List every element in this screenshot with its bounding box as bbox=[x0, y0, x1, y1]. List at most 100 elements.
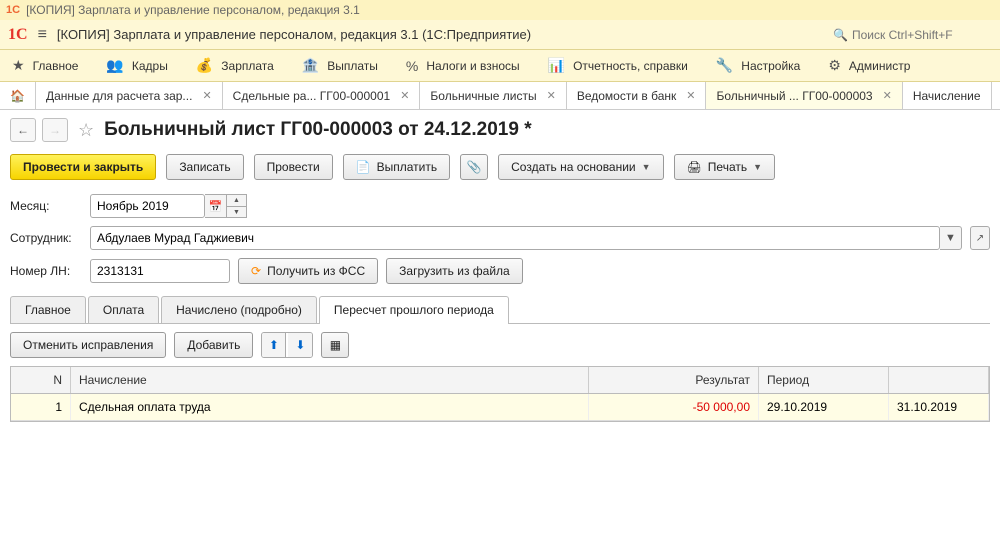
ln-label: Номер ЛН: bbox=[10, 264, 82, 278]
menu-zarplata[interactable]: 💰Зарплата bbox=[196, 57, 274, 74]
itab-pereschet[interactable]: Пересчет прошлого периода bbox=[319, 296, 509, 323]
employee-label: Сотрудник: bbox=[10, 231, 82, 245]
cell-name: Сдельная оплата труда bbox=[71, 394, 589, 420]
table-row[interactable]: 1 Сдельная оплата труда -50 000,00 29.10… bbox=[11, 394, 989, 421]
get-fss-button[interactable]: ⟳Получить из ФСС bbox=[238, 258, 378, 284]
document-header: ← → ☆ Больничный лист ГГ00-000003 от 24.… bbox=[0, 110, 1000, 150]
window-title: [КОПИЯ] Зарплата и управление персоналом… bbox=[26, 3, 360, 17]
document-title: Больничный лист ГГ00-000003 от 24.12.201… bbox=[104, 119, 531, 141]
close-icon[interactable]: ✕ bbox=[400, 89, 409, 102]
ln-input[interactable] bbox=[90, 259, 230, 283]
open-ref-button[interactable]: ↗ bbox=[970, 226, 990, 250]
app-bar: 1C ≡ [КОПИЯ] Зарплата и управление персо… bbox=[0, 20, 1000, 50]
tab-4[interactable]: Больничный ... ГГ00-000003✕ bbox=[706, 82, 902, 109]
chevron-down-icon: ▼ bbox=[753, 162, 762, 172]
global-search[interactable]: 🔍 bbox=[833, 28, 992, 42]
col-name[interactable]: Начисление bbox=[71, 367, 589, 393]
tab-2[interactable]: Больничные листы✕ bbox=[420, 82, 566, 109]
col-period[interactable]: Период bbox=[759, 367, 889, 393]
menu-nalogi[interactable]: %Налоги и взносы bbox=[406, 58, 520, 74]
home-icon: 🏠 bbox=[10, 89, 25, 103]
month-spinner[interactable]: ▲▼ bbox=[227, 194, 247, 218]
menu-vyplaty[interactable]: 🏦Выплаты bbox=[302, 57, 378, 74]
itab-oplata[interactable]: Оплата bbox=[88, 296, 159, 323]
refresh-icon: ⟳ bbox=[251, 264, 261, 278]
tab-1[interactable]: Сдельные ра... ГГ00-000001✕ bbox=[223, 82, 421, 109]
window-titlebar: 1C [КОПИЯ] Зарплата и управление персона… bbox=[0, 0, 1000, 20]
close-icon[interactable]: ✕ bbox=[686, 89, 695, 102]
document-tabs: 🏠 Данные для расчета зар...✕ Сдельные ра… bbox=[0, 82, 1000, 110]
add-button[interactable]: Добавить bbox=[174, 332, 253, 358]
spin-down-icon[interactable]: ▼ bbox=[227, 206, 247, 218]
itab-main[interactable]: Главное bbox=[10, 296, 86, 323]
columns-button[interactable]: ▦ bbox=[321, 332, 349, 358]
month-input[interactable] bbox=[90, 194, 205, 218]
chevron-down-icon: ▼ bbox=[642, 162, 651, 172]
print-button[interactable]: 🖨Печать▼ bbox=[674, 154, 775, 180]
close-icon[interactable]: ✕ bbox=[883, 89, 892, 102]
report-icon: 📊 bbox=[548, 57, 565, 74]
post-and-close-button[interactable]: Провести и закрыть bbox=[10, 154, 156, 180]
menu-nastroyka[interactable]: 🔧Настройка bbox=[716, 57, 801, 74]
load-file-button[interactable]: Загрузить из файла bbox=[386, 258, 523, 284]
employee-input[interactable] bbox=[90, 226, 940, 250]
menu-icon[interactable]: ≡ bbox=[38, 26, 47, 44]
nav-back-button[interactable]: ← bbox=[10, 118, 36, 142]
printer-icon: 🖨 bbox=[687, 160, 702, 174]
tab-0[interactable]: Данные для расчета зар...✕ bbox=[36, 82, 223, 109]
row-ln: Номер ЛН: ⟳Получить из ФСС Загрузить из … bbox=[0, 254, 1000, 288]
percent-icon: % bbox=[406, 58, 418, 74]
cancel-corrections-button[interactable]: Отменить исправления bbox=[10, 332, 166, 358]
col-n[interactable]: N bbox=[11, 367, 71, 393]
sub-toolbar: Отменить исправления Добавить ⬆ ⬇ ▦ bbox=[0, 324, 1000, 366]
arrow-down-icon: ⬇ bbox=[295, 338, 305, 352]
tab-home[interactable]: 🏠 bbox=[0, 82, 36, 109]
cell-period-end: 31.10.2019 bbox=[889, 394, 989, 420]
move-up-button[interactable]: ⬆ bbox=[262, 333, 286, 357]
favorite-icon[interactable]: ☆ bbox=[78, 120, 94, 141]
tab-5[interactable]: Начисление bbox=[903, 82, 992, 109]
move-buttons: ⬆ ⬇ bbox=[261, 332, 313, 358]
attachment-button[interactable]: 📎 bbox=[460, 154, 488, 180]
month-label: Месяц: bbox=[10, 199, 82, 213]
tab-3[interactable]: Ведомости в банк✕ bbox=[567, 82, 707, 109]
write-button[interactable]: Записать bbox=[166, 154, 243, 180]
menu-otchet[interactable]: 📊Отчетность, справки bbox=[548, 57, 688, 74]
row-month: Месяц: 📅 ▲▼ bbox=[0, 190, 1000, 222]
recalc-grid: N Начисление Результат Период 1 Сдельная… bbox=[10, 366, 990, 422]
app-mini-logo: 1C bbox=[6, 4, 20, 16]
pay-button[interactable]: 📄Выплатить bbox=[343, 154, 450, 180]
cell-period: 29.10.2019 bbox=[759, 394, 889, 420]
gear-icon: ⚙ bbox=[828, 57, 841, 74]
post-button[interactable]: Провести bbox=[254, 154, 333, 180]
safe-icon: 🏦 bbox=[302, 57, 319, 74]
clip-icon: 📎 bbox=[467, 160, 482, 174]
document-toolbar: Провести и закрыть Записать Провести 📄Вы… bbox=[0, 150, 1000, 190]
grid-header: N Начисление Результат Период bbox=[11, 367, 989, 394]
cell-n: 1 bbox=[11, 394, 71, 420]
create-on-basis-button[interactable]: Создать на основании▼ bbox=[498, 154, 663, 180]
close-icon[interactable]: ✕ bbox=[202, 89, 211, 102]
calendar-icon[interactable]: 📅 bbox=[205, 194, 227, 218]
menu-kadry[interactable]: 👥Кадры bbox=[106, 57, 167, 74]
logo-1c: 1C bbox=[8, 26, 28, 44]
main-menu: ★Главное 👥Кадры 💰Зарплата 🏦Выплаты %Нало… bbox=[0, 50, 1000, 82]
search-input[interactable] bbox=[852, 28, 992, 42]
table-icon: ▦ bbox=[330, 338, 341, 352]
itab-nachisleno[interactable]: Начислено (подробно) bbox=[161, 296, 317, 323]
menu-main[interactable]: ★Главное bbox=[12, 57, 78, 74]
wallet-icon: 📄 bbox=[356, 160, 371, 174]
dropdown-icon[interactable]: ▼ bbox=[940, 226, 962, 250]
nav-forward-button[interactable]: → bbox=[42, 118, 68, 142]
star-icon: ★ bbox=[12, 57, 25, 74]
wrench-icon: 🔧 bbox=[716, 57, 733, 74]
close-icon[interactable]: ✕ bbox=[547, 89, 556, 102]
col-result[interactable]: Результат bbox=[589, 367, 759, 393]
move-down-button[interactable]: ⬇ bbox=[288, 333, 312, 357]
menu-admin[interactable]: ⚙Администр bbox=[828, 57, 910, 74]
col-period-end[interactable] bbox=[889, 367, 989, 393]
spin-up-icon[interactable]: ▲ bbox=[227, 194, 247, 206]
money-icon: 💰 bbox=[196, 57, 213, 74]
row-employee: Сотрудник: ▼ ↗ bbox=[0, 222, 1000, 254]
app-title: [КОПИЯ] Зарплата и управление персоналом… bbox=[57, 27, 833, 42]
